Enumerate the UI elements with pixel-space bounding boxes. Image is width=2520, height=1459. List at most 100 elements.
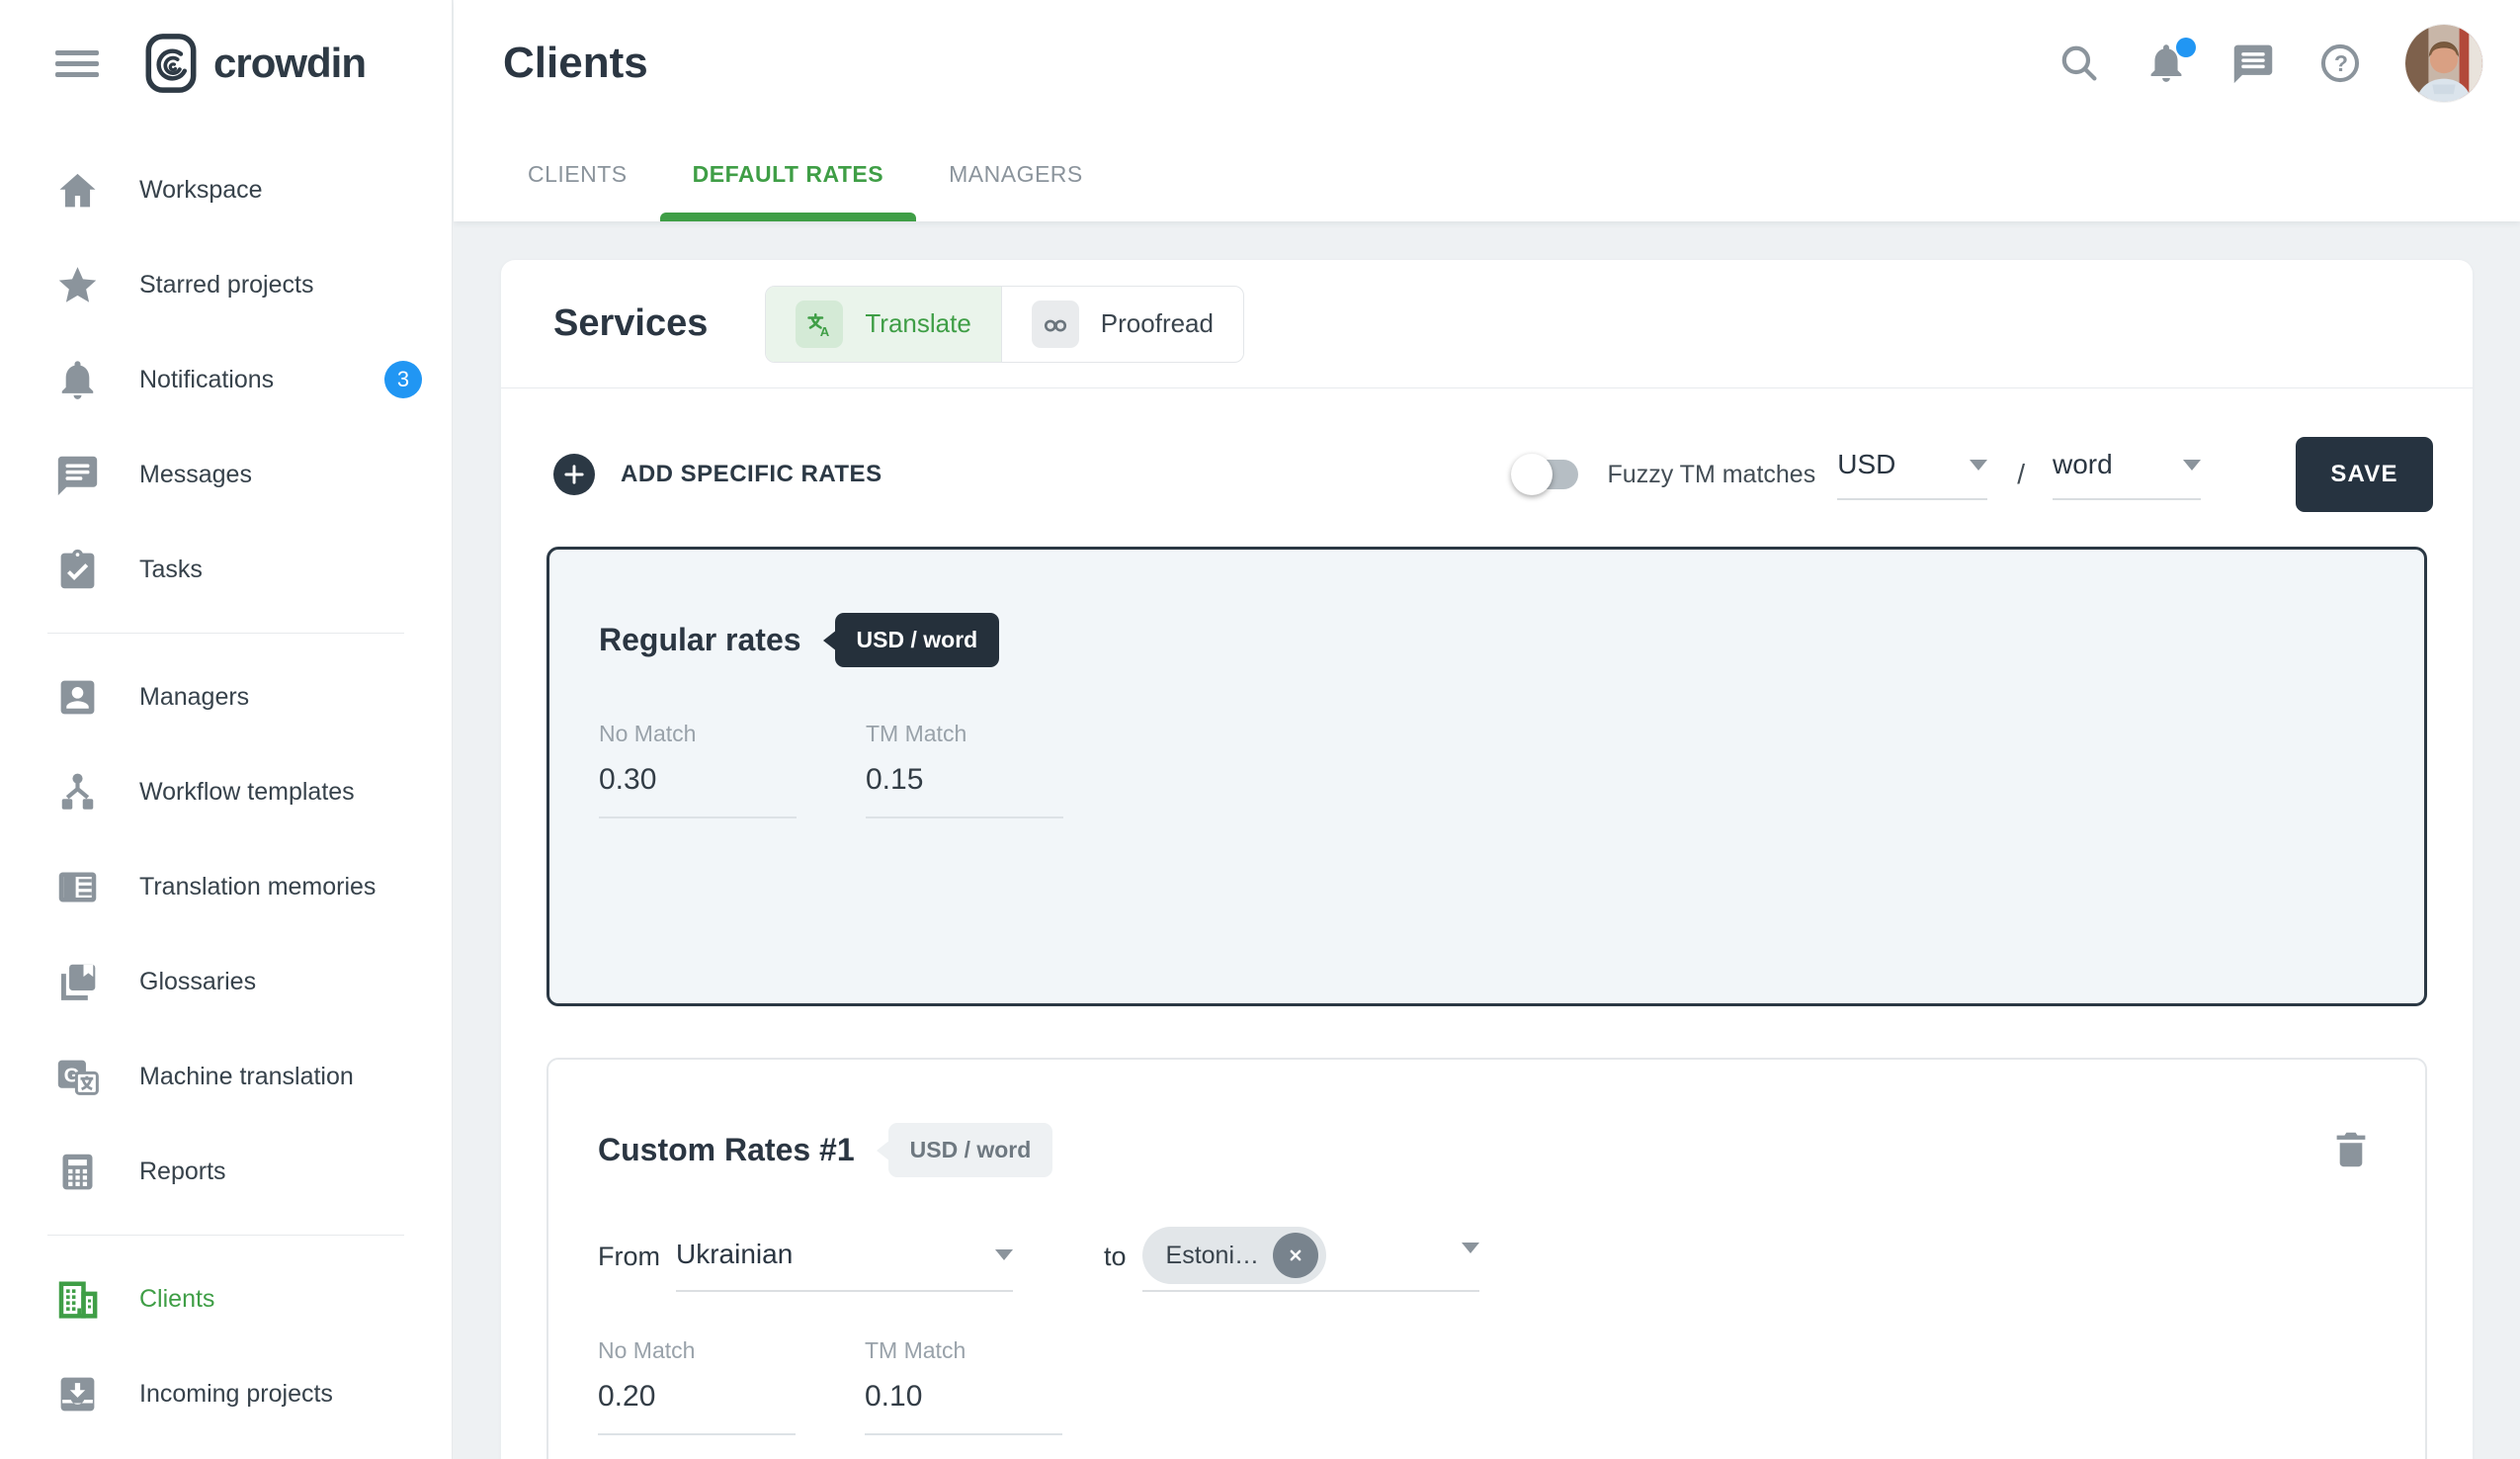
save-button[interactable]: SAVE [2296, 437, 2433, 512]
tm-match-input[interactable]: 0.15 [866, 763, 1063, 818]
notifications-bell-icon[interactable] [2144, 42, 2188, 85]
regular-rates-fields: No Match 0.30 TM Match 0.15 [599, 721, 2375, 818]
sidebar-nav: Workspace Notifications Starred projects… [0, 127, 452, 1441]
custom-rates-title-row: Custom Rates #1 USD / word [598, 1123, 2376, 1177]
g-translate-icon: G [55, 1055, 100, 1099]
add-specific-rates-button[interactable]: ADD SPECIFIC RATES [553, 454, 882, 495]
sidebar-item-managers[interactable]: Managers [0, 649, 452, 744]
tab-default-rates[interactable]: DEFAULT RATES [660, 127, 916, 221]
notifications-count-badge: 3 [384, 361, 422, 398]
sidebar-item-glossaries[interactable]: Glossaries [0, 934, 452, 1029]
glasses-icon [1032, 300, 1079, 348]
service-proofread[interactable]: Proofread [1001, 287, 1243, 362]
rates-toolbar: ADD SPECIFIC RATES Fuzzy TM matches USD … [501, 424, 2473, 525]
regular-rates-title-row: Regular rates USD / word [599, 613, 2375, 667]
source-language-select[interactable]: Ukrainian [676, 1239, 1013, 1292]
sidebar-divider [47, 633, 404, 634]
custom-rates-card: Custom Rates #1 USD / word From Ukrainia… [546, 1058, 2427, 1459]
logo-row: crowdin [0, 0, 452, 127]
no-match-field: No Match 0.30 [599, 721, 797, 818]
svg-text:?: ? [2334, 50, 2348, 76]
inbox-arrow-down-icon [55, 1372, 100, 1416]
tab-bar: CLIENTS DEFAULT RATES MANAGERS [454, 127, 2520, 221]
service-proofread-label: Proofread [1101, 308, 1214, 339]
to-label: to [1104, 1242, 1127, 1292]
service-switcher: A Translate Proofread [765, 286, 1244, 363]
search-icon[interactable] [2058, 42, 2101, 85]
sidebar-item-workflow-templates[interactable]: Workflow templates [0, 744, 452, 839]
sidebar-item-messages[interactable]: Messages [0, 427, 452, 522]
chevron-down-icon [1970, 460, 1987, 471]
svg-text:A: A [820, 323, 830, 338]
chevron-down-icon [2183, 460, 2201, 471]
sidebar: crowdin Workspace Notifications Starred … [0, 0, 453, 1459]
regular-rates-title: Regular rates [599, 622, 801, 658]
building-icon [55, 1277, 100, 1322]
fuzzy-tm-label: Fuzzy TM matches [1608, 461, 1816, 489]
language-pair-row: From Ukrainian to Estoni… [598, 1221, 2376, 1292]
regular-rates-card: Regular rates USD / word No Match 0.30 T… [546, 547, 2427, 1006]
sidebar-item-notifications[interactable]: Notifications 3 [0, 332, 452, 427]
messages-icon[interactable] [2231, 42, 2275, 85]
translate-icon: A [796, 300, 843, 348]
delete-rates-button[interactable] [2328, 1127, 2374, 1172]
tm-match-field: TM Match 0.15 [866, 721, 1063, 818]
book-bookmark-icon [55, 960, 100, 1004]
sidebar-item-incoming-projects[interactable]: Incoming projects [0, 1346, 452, 1441]
sidebar-item-workspace[interactable]: Workspace [0, 142, 452, 237]
avatar[interactable] [2405, 25, 2482, 102]
unread-dot [2176, 38, 2196, 57]
services-heading: Services [553, 302, 708, 345]
sidebar-item-translation-memories[interactable]: Translation memories [0, 839, 452, 934]
target-language-select[interactable]: Estoni… [1142, 1227, 1479, 1292]
page-title: Clients [503, 39, 648, 88]
help-icon[interactable]: ? [2318, 42, 2362, 85]
chevron-down-icon [995, 1249, 1013, 1260]
menu-icon[interactable] [55, 44, 99, 83]
main-area: Services A Translate Proofread [454, 221, 2520, 1459]
brand-name: crowdin [213, 40, 366, 87]
per-separator: / [2017, 459, 2025, 490]
close-icon [1285, 1244, 1306, 1266]
workflow-tree-icon [55, 770, 100, 815]
remove-language-button[interactable] [1273, 1233, 1318, 1278]
service-translate-label: Translate [865, 308, 970, 339]
bell-icon [55, 358, 100, 402]
regular-rates-unit-badge: USD / word [835, 613, 1000, 667]
tm-match-field: TM Match 0.10 [865, 1337, 1062, 1435]
target-language-chip[interactable]: Estoni… [1142, 1227, 1326, 1284]
services-row: Services A Translate Proofread [501, 260, 2473, 388]
from-label: From [598, 1242, 660, 1292]
service-translate[interactable]: A Translate [766, 287, 1000, 362]
toolbar-right: Fuzzy TM matches USD / word SAVE [1517, 437, 2433, 512]
custom-rates-fields: No Match 0.20 TM Match 0.10 [598, 1337, 2376, 1435]
fuzzy-tm-toggle[interactable] [1517, 460, 1578, 489]
header: Clients ? CLIENTS DEFAULT RATES MANAGERS [454, 0, 2520, 221]
content-panel: Services A Translate Proofread [501, 260, 2473, 1459]
crowdin-logo-icon[interactable] [144, 33, 198, 94]
sidebar-item-tasks[interactable]: Tasks [0, 522, 452, 617]
header-icons: ? [2058, 25, 2482, 102]
no-match-field: No Match 0.20 [598, 1337, 796, 1435]
sidebar-divider [47, 1235, 404, 1236]
sidebar-item-clients[interactable]: Clients [0, 1251, 452, 1346]
clipboard-check-icon [55, 548, 100, 592]
reader-card-icon [55, 865, 100, 909]
home-icon [55, 168, 100, 213]
sidebar-item-machine-translation[interactable]: G Machine translation [0, 1029, 452, 1124]
sidebar-item-starred-projects[interactable]: Notifications Starred projects [0, 237, 452, 332]
currency-select[interactable]: USD [1837, 449, 1987, 500]
sidebar-item-reports[interactable]: Reports [0, 1124, 452, 1219]
unit-select[interactable]: word [2053, 449, 2201, 500]
tm-match-input[interactable]: 0.10 [865, 1380, 1062, 1435]
tab-clients[interactable]: CLIENTS [495, 127, 660, 221]
person-badge-icon [55, 675, 100, 720]
star-icon [55, 263, 100, 307]
speech-bubble-icon [55, 453, 100, 497]
trash-icon [2328, 1127, 2374, 1172]
header-top: Clients ? [454, 0, 2520, 127]
tab-managers[interactable]: MANAGERS [916, 127, 1116, 221]
no-match-input[interactable]: 0.20 [598, 1380, 796, 1435]
no-match-input[interactable]: 0.30 [599, 763, 797, 818]
custom-rates-title: Custom Rates #1 [598, 1132, 855, 1168]
